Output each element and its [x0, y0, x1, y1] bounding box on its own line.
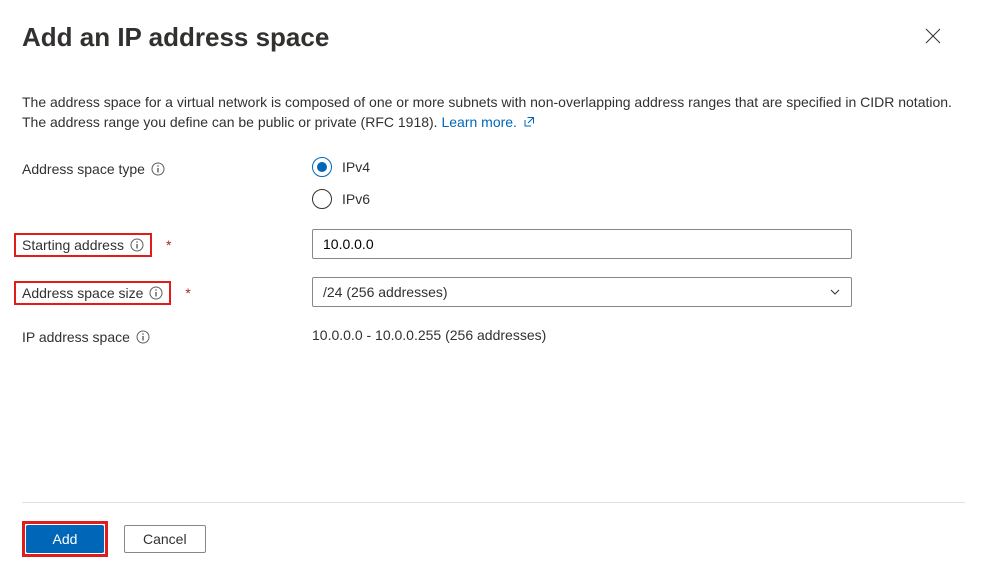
radio-circle-icon: [312, 157, 332, 177]
page-title: Add an IP address space: [22, 22, 329, 53]
info-icon[interactable]: [151, 162, 165, 176]
address-space-type-label: Address space type: [22, 161, 145, 177]
learn-more-link[interactable]: Learn more.: [441, 114, 534, 130]
radio-ipv4[interactable]: IPv4: [312, 157, 852, 177]
starting-address-label: Starting address: [22, 237, 124, 253]
cancel-button[interactable]: Cancel: [124, 525, 206, 553]
address-space-type-radio-group: IPv4 IPv6: [312, 157, 852, 209]
ip-address-space-value: 10.0.0.0 - 10.0.0.255 (256 addresses): [312, 325, 852, 343]
highlight-address-space-size: Address space size: [14, 281, 171, 305]
add-button[interactable]: Add: [26, 525, 104, 553]
description-text: The address space for a virtual network …: [22, 93, 962, 133]
info-icon[interactable]: [130, 238, 144, 252]
highlight-starting-address: Starting address: [14, 233, 152, 257]
required-indicator: *: [185, 285, 190, 301]
info-icon[interactable]: [149, 286, 163, 300]
highlight-add-button: Add: [22, 521, 108, 557]
starting-address-input[interactable]: [312, 229, 852, 259]
footer-divider: [22, 502, 965, 503]
ip-address-space-label: IP address space: [22, 329, 130, 345]
address-space-size-select[interactable]: /24 (256 addresses): [312, 277, 852, 307]
radio-ipv6-label: IPv6: [342, 191, 370, 207]
info-icon[interactable]: [136, 330, 150, 344]
radio-ipv4-label: IPv4: [342, 159, 370, 175]
close-icon: [925, 28, 941, 44]
external-link-icon: [523, 114, 535, 134]
learn-more-label: Learn more.: [441, 114, 516, 130]
radio-ipv6[interactable]: IPv6: [312, 189, 852, 209]
address-space-size-value: /24 (256 addresses): [323, 284, 448, 300]
close-button[interactable]: [921, 24, 945, 51]
chevron-down-icon: [829, 286, 841, 298]
address-space-size-label: Address space size: [22, 285, 143, 301]
required-indicator: *: [166, 237, 171, 253]
radio-circle-icon: [312, 189, 332, 209]
